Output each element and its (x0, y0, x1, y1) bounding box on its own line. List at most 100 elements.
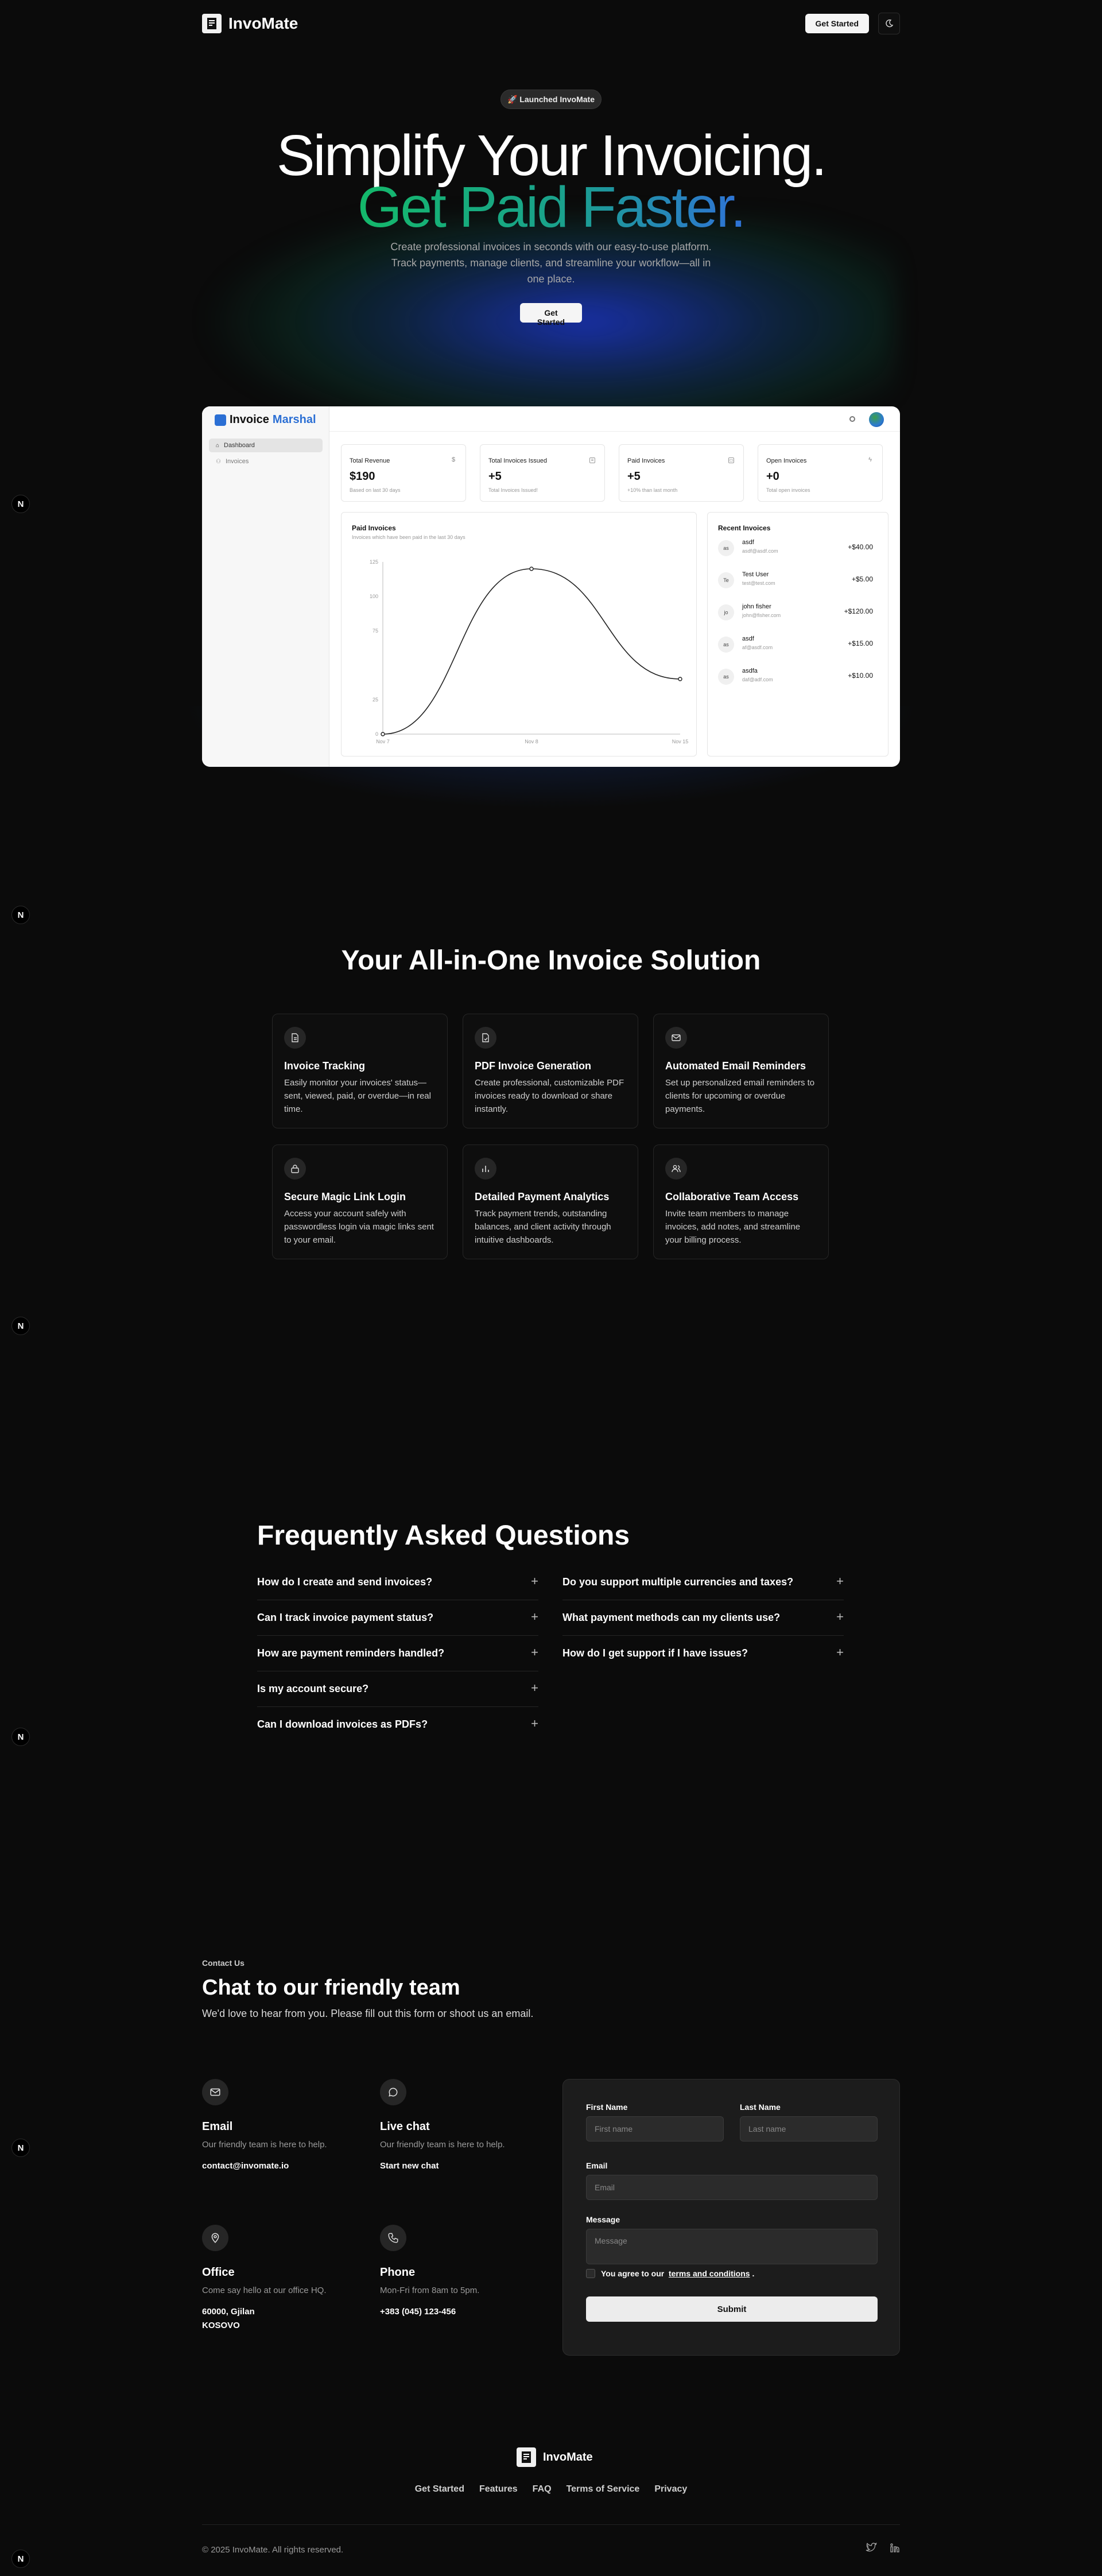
contact-email-link[interactable]: contact@invomate.io (202, 2159, 289, 2173)
brand[interactable]: InvoMate (202, 14, 298, 33)
phone-number[interactable]: +383 (045) 123-456 (380, 2305, 456, 2319)
footer-link-privacy[interactable]: Privacy (654, 2484, 687, 2494)
linkedin-icon[interactable] (890, 2543, 900, 2553)
plus-icon[interactable]: + (836, 1645, 844, 1660)
plus-icon[interactable]: + (531, 1681, 538, 1696)
side-marker[interactable]: N (11, 2139, 30, 2157)
invoice-logo-icon (517, 2447, 536, 2467)
lock-icon (284, 1158, 306, 1180)
list-item[interactable]: as asdf af@asdf.com +$15.00 (718, 633, 873, 657)
recent-name: asdf (742, 539, 754, 546)
list-icon: ≡ (589, 457, 595, 463)
plus-icon[interactable]: + (531, 1609, 538, 1624)
feature-card: Detailed Payment Analytics Track payment… (463, 1145, 638, 1259)
contact-subtitle: We'd love to hear from you. Please fill … (202, 2008, 534, 2019)
footer-brand[interactable]: InvoMate (517, 2447, 593, 2467)
last-name-field[interactable] (740, 2116, 878, 2142)
faq-item[interactable]: Can I download invoices as PDFs? + (257, 1707, 538, 1743)
contact-eyebrow: Contact Us (202, 1958, 245, 1968)
feature-desc: Create professional, customizable PDF in… (475, 1078, 624, 1114)
terms-prefix: You agree to our (601, 2269, 665, 2278)
theme-toggle-button[interactable] (878, 13, 900, 34)
feature-card: Invoice Tracking Easily monitor your inv… (272, 1014, 448, 1128)
recent-amount: +$40.00 (848, 543, 873, 551)
feature-title: PDF Invoice Generation (475, 1060, 592, 1072)
data-point[interactable] (678, 677, 682, 681)
first-name-field[interactable] (586, 2116, 724, 2142)
dashboard-nav-label: Dashboard (224, 442, 255, 449)
plus-icon[interactable]: + (836, 1609, 844, 1624)
contact-block-title: Email (202, 2120, 233, 2133)
twitter-icon[interactable] (866, 2543, 877, 2553)
list-item[interactable]: Te Test User test@test.com +$5.00 (718, 569, 873, 593)
office-address: 60000, Gjilan KOSOVO (202, 2307, 255, 2330)
map-pin-icon (202, 2225, 228, 2251)
submit-button[interactable]: Submit (586, 2296, 878, 2322)
faq-item[interactable]: Is my account secure? + (257, 1671, 538, 1707)
recent-invoices-panel: Recent Invoices as asdf asdf@asdf.com +$… (707, 512, 888, 756)
contact-block-desc: Mon-Fri from 8am to 5pm. (380, 2286, 480, 2295)
data-point[interactable] (529, 567, 534, 571)
settings-icon[interactable] (849, 416, 855, 422)
file-icon (284, 1027, 306, 1049)
side-marker[interactable]: N (11, 495, 30, 513)
faq-item[interactable]: Can I track invoice payment status? + (257, 1600, 538, 1636)
y-tick-label: 75 (372, 628, 378, 634)
footer-links: Get Started Features FAQ Terms of Servic… (0, 2484, 1102, 2494)
faq-item[interactable]: How do I create and send invoices? + (257, 1565, 538, 1600)
contact-block-title: Office (202, 2266, 235, 2279)
recent-name: asdf (742, 635, 754, 642)
side-marker[interactable]: N (11, 1728, 30, 1746)
side-marker[interactable]: N (11, 906, 30, 924)
avatar: jo (718, 604, 734, 620)
avatar: as (718, 637, 734, 653)
dashboard-brand[interactable]: Invoice Marshal (215, 413, 316, 426)
faq-item[interactable]: What payment methods can my clients use?… (562, 1600, 844, 1636)
panel-title: Recent Invoices (718, 524, 771, 532)
mail-icon (665, 1027, 687, 1049)
footer-link-faq[interactable]: FAQ (533, 2484, 552, 2494)
recent-name: Test User (742, 571, 769, 578)
list-item[interactable]: as asdfa daf@adf.com +$10.00 (718, 665, 873, 689)
nav-get-started-button[interactable]: Get Started (805, 14, 869, 33)
side-marker[interactable]: N (11, 1317, 30, 1335)
dashboard-brand-b: Marshal (272, 413, 316, 426)
kpi-card: Total Invoices Issued ≡ +5 Total Invoice… (480, 444, 605, 502)
faq-item[interactable]: Do you support multiple currencies and t… (562, 1565, 844, 1600)
recent-name: john fisher (742, 603, 771, 610)
faq-question: Is my account secure? (257, 1683, 369, 1694)
avatar: as (718, 669, 734, 685)
message-field[interactable] (586, 2229, 878, 2264)
feature-desc: Easily monitor your invoices' status—sen… (284, 1078, 431, 1114)
plus-icon[interactable]: + (531, 1716, 538, 1731)
copyright: © 2025 InvoMate. All rights reserved. (202, 2545, 344, 2555)
faq-item[interactable]: How do I get support if I have issues? + (562, 1636, 844, 1671)
footer-link-features[interactable]: Features (479, 2484, 518, 2494)
plus-icon[interactable]: + (531, 1574, 538, 1589)
faq-title: Frequently Asked Questions (257, 1520, 630, 1551)
plus-icon[interactable]: + (836, 1574, 844, 1589)
footer-link-get-started[interactable]: Get Started (415, 2484, 464, 2494)
kpi-value: +0 (766, 470, 779, 483)
y-tick-label: 100 (370, 593, 378, 599)
hero-get-started-button[interactable]: Get Started (520, 303, 582, 327)
data-point[interactable] (381, 732, 385, 736)
terms-link[interactable]: terms and conditions (669, 2269, 750, 2278)
terms-checkbox[interactable] (586, 2269, 595, 2278)
plus-icon[interactable]: + (531, 1645, 538, 1660)
recent-email: test@test.com (742, 580, 775, 586)
faq-item[interactable]: How are payment reminders handled? + (257, 1636, 538, 1671)
faq-question: How do I create and send invoices? (257, 1576, 433, 1588)
x-tick-label: Nov 7 (376, 739, 390, 744)
side-marker[interactable]: N (11, 2550, 30, 2568)
avatar[interactable] (869, 412, 884, 427)
start-chat-link[interactable]: Start new chat (380, 2159, 439, 2173)
dashboard-nav-dashboard[interactable]: ⌂ Dashboard (209, 439, 323, 452)
email-field[interactable] (586, 2175, 878, 2200)
faq-question: How do I get support if I have issues? (562, 1647, 748, 1659)
list-item[interactable]: jo john fisher john@fisher.com +$120.00 (718, 601, 873, 625)
footer-link-terms[interactable]: Terms of Service (566, 2484, 640, 2494)
list-item[interactable]: as asdf asdf@asdf.com +$40.00 (718, 537, 873, 561)
dashboard-topbar (329, 406, 900, 432)
dashboard-nav-invoices[interactable]: ⚇ Invoices (209, 455, 323, 468)
